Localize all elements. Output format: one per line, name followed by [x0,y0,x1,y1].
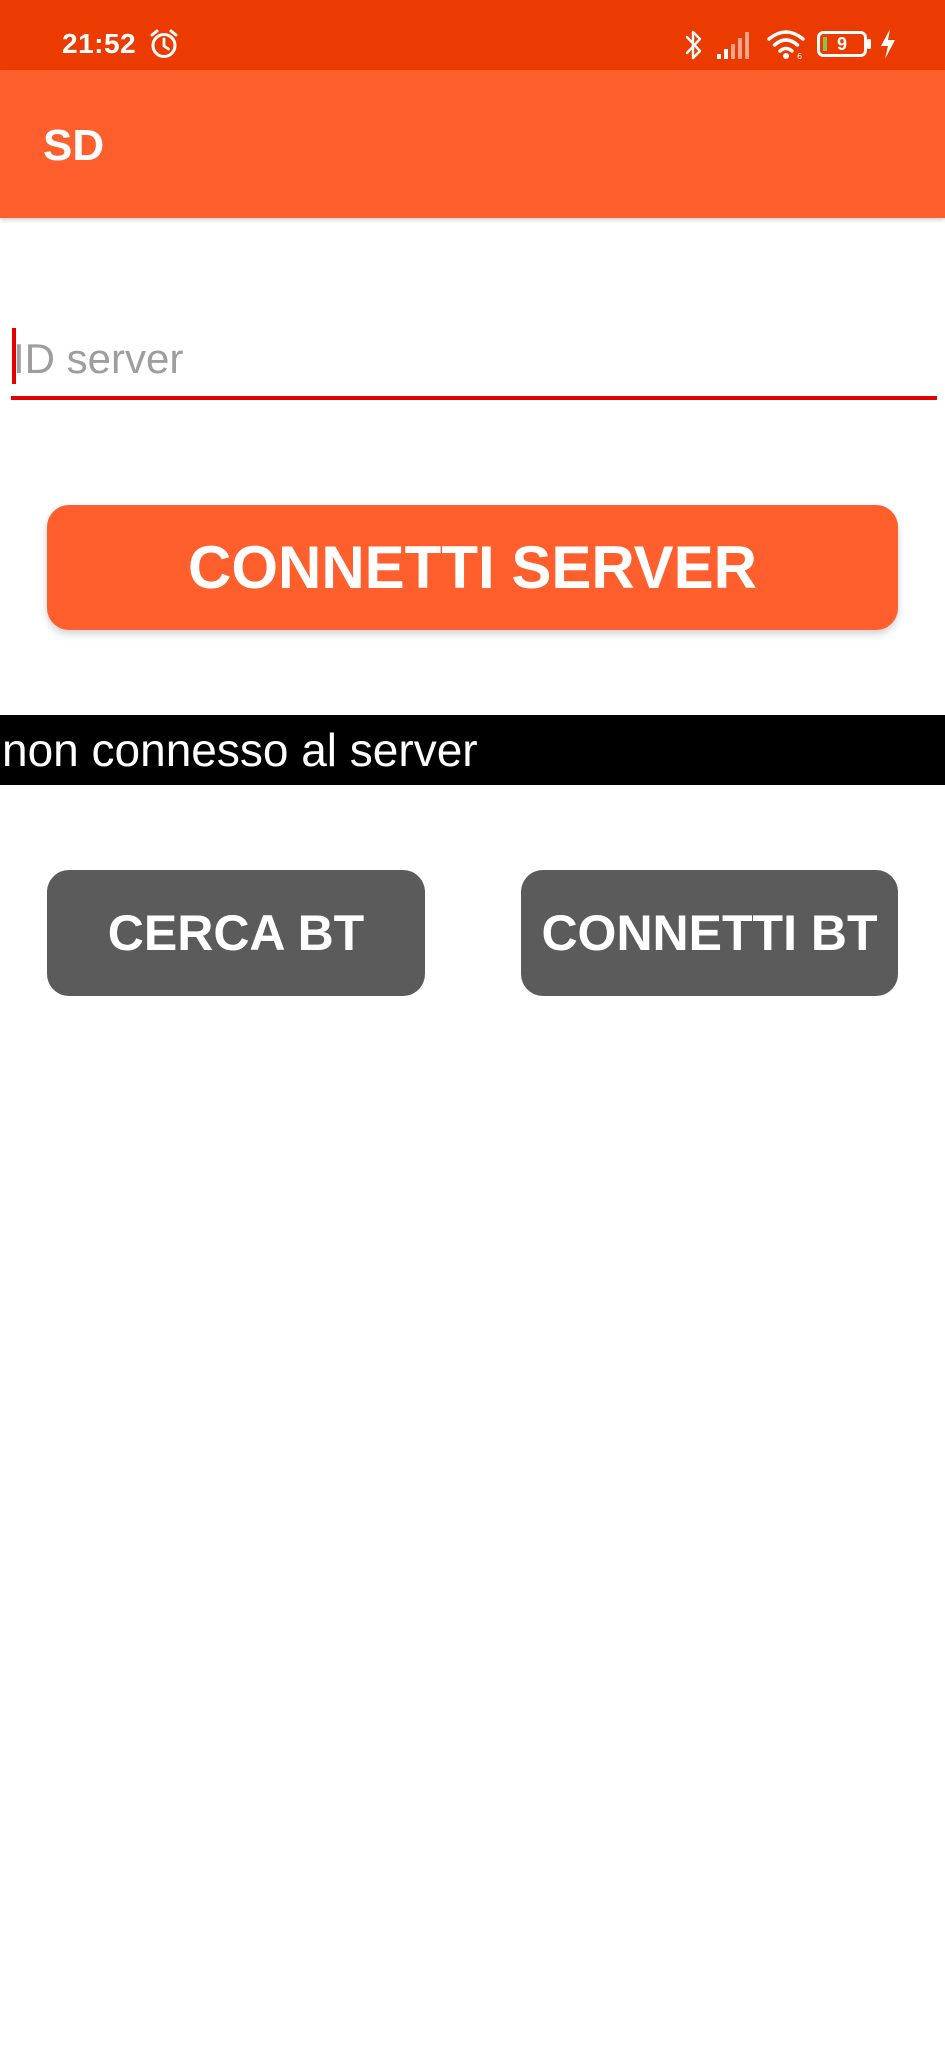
text-caret [12,328,16,384]
wifi-icon: 6 [767,30,805,60]
app-bar: SD [0,70,945,218]
battery-level-text: 9 [836,34,847,54]
app-title: SD [43,121,105,170]
status-bar: 21:52 6 9 [0,0,945,70]
status-time: 21:52 [62,28,137,59]
charging-icon [881,29,895,59]
bluetooth-icon [685,30,702,60]
battery-icon: 9 [817,30,873,58]
svg-text:6: 6 [797,52,802,60]
alarm-icon [150,29,178,58]
server-id-input[interactable] [11,322,937,400]
server-status-text: non connesso al server [0,715,945,785]
search-bt-button[interactable]: CERCA BT [47,870,425,996]
signal-icon [717,32,749,59]
server-id-field[interactable] [11,322,937,402]
connect-bt-button[interactable]: CONNETTI BT [521,870,898,996]
connect-server-button[interactable]: CONNETTI SERVER [47,505,898,630]
